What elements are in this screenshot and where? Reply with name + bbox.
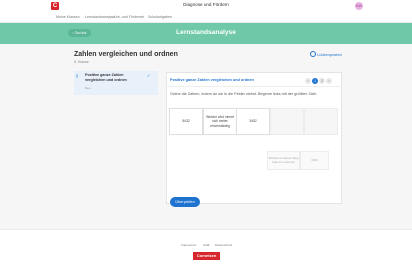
subnav-item-schulaufgaben[interactable]: Schulaufgaben xyxy=(148,15,172,19)
answer-slot-1[interactable]: 5432 xyxy=(169,108,203,135)
check-answers-button[interactable]: Überprüfen xyxy=(170,197,200,207)
check-icon: ✓ xyxy=(147,73,151,78)
answer-slot-5[interactable] xyxy=(304,108,338,135)
pager-prev-button[interactable]: ‹ xyxy=(305,78,311,84)
topic-heading: Zahlen vergleichen und ordnen xyxy=(74,51,178,58)
user-avatar[interactable]: KW xyxy=(355,2,363,10)
sub-navigation: Meine Klassen Lernstandsanalyse Unt.-und… xyxy=(0,12,412,23)
answer-slot-2[interactable]: Welche wird nimmt sich weiter einverstän… xyxy=(203,108,237,135)
page-footer xyxy=(0,229,412,271)
sidebar-item-label: Positive ganze Zahlen vergleichen und or… xyxy=(85,73,127,82)
footer-link-impressum[interactable]: Impressum xyxy=(181,243,196,247)
answer-slot-4[interactable] xyxy=(270,108,304,135)
pager-page-2[interactable]: 2 xyxy=(319,78,325,84)
sidebar-item-status: Neu xyxy=(85,86,91,90)
subnav-item-unterricht[interactable]: Unt.-und Förderset xyxy=(114,15,144,19)
footer-link-agb[interactable]: AGB xyxy=(203,243,210,247)
gaps-link[interactable]: Lückenposten xyxy=(317,52,342,57)
drag-tile-1[interactable]: Welche ist dieser Weg Das ist so Einzig xyxy=(267,151,300,170)
cornelsen-logo[interactable]: Cornelsen xyxy=(193,252,220,260)
pager-page-1[interactable]: 1 xyxy=(312,78,318,84)
task-instruction: Ordne die Zahlen, indem du sie in die Fe… xyxy=(170,92,317,96)
section-icon: § xyxy=(76,73,79,78)
footer-link-datenschutz[interactable]: Datenschutz xyxy=(215,243,232,247)
answer-slot-3[interactable]: 3452 xyxy=(236,108,270,135)
pager-next-button[interactable]: › xyxy=(326,78,332,84)
card-divider xyxy=(166,86,340,87)
task-title: Positive ganze Zahlen vergleichen und or… xyxy=(170,78,254,82)
subnav-item-lernstandsanalyse[interactable]: Lernstandsanalyse xyxy=(85,15,115,19)
drag-tile-2[interactable]: 3452 xyxy=(300,151,329,170)
app-title: Diagnose und Fördern xyxy=(183,2,229,7)
grade-label: 5. Klasse xyxy=(74,60,89,64)
subnav-item-meine-klassen[interactable]: Meine Klassen xyxy=(56,15,80,19)
gaps-icon xyxy=(310,51,316,57)
page-title: Lernstandsanalyse xyxy=(176,29,236,36)
